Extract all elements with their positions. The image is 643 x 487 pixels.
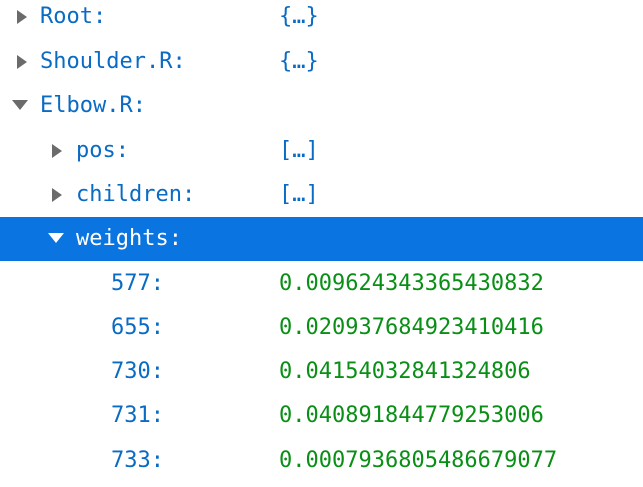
tree-key: Shoulder.R:	[40, 49, 186, 74]
expand-arrow-icon[interactable]	[16, 0, 32, 39]
tree-row-pos[interactable]: pos: […]	[0, 129, 643, 173]
tree-row-weights[interactable]: weights:	[0, 217, 643, 261]
tree-row-shoulder-r[interactable]: Shoulder.R: {…}	[0, 40, 643, 84]
tree-key: children:	[76, 182, 196, 207]
collapse-arrow-icon[interactable]	[47, 217, 64, 261]
tree-value: […]	[279, 138, 319, 163]
json-tree-view: Root: {…} Shoulder.R: {…} Elbow.R: pos: …	[0, 0, 643, 487]
tree-value: 0.009624343365430832	[279, 271, 544, 296]
tree-value: 0.04154032841324806	[279, 359, 531, 384]
tree-row-731[interactable]: 731: 0.040891844779253006	[0, 394, 643, 438]
tree-key: Root:	[40, 4, 107, 29]
expand-arrow-icon[interactable]	[51, 129, 67, 173]
tree-value: 0.040891844779253006	[279, 403, 544, 428]
tree-row-655[interactable]: 655: 0.020937684923410416	[0, 306, 643, 350]
tree-key: 731:	[111, 403, 164, 428]
tree-key: weights:	[76, 226, 182, 251]
tree-value: 0.020937684923410416	[279, 315, 544, 340]
tree-key: 577:	[111, 271, 164, 296]
tree-row-733[interactable]: 733: 0.0007936805486679077	[0, 439, 643, 483]
tree-row-elbow-r[interactable]: Elbow.R:	[0, 84, 643, 128]
tree-value: 0.0007936805486679077	[279, 448, 558, 473]
tree-value: […]	[279, 182, 319, 207]
tree-key: pos:	[76, 138, 129, 163]
tree-key: 733:	[111, 448, 164, 473]
tree-row-children[interactable]: children: […]	[0, 173, 643, 217]
tree-key: 655:	[111, 315, 164, 340]
tree-value: {…}	[279, 49, 319, 74]
expand-arrow-icon[interactable]	[16, 40, 32, 84]
tree-row-730[interactable]: 730: 0.04154032841324806	[0, 350, 643, 394]
expand-arrow-icon[interactable]	[51, 173, 67, 217]
tree-row-root[interactable]: Root: {…}	[0, 0, 643, 39]
tree-key: Elbow.R:	[40, 93, 146, 118]
tree-key: 730:	[111, 359, 164, 384]
collapse-arrow-icon[interactable]	[11, 84, 28, 128]
tree-row-577[interactable]: 577: 0.009624343365430832	[0, 262, 643, 306]
tree-value: {…}	[279, 4, 319, 29]
